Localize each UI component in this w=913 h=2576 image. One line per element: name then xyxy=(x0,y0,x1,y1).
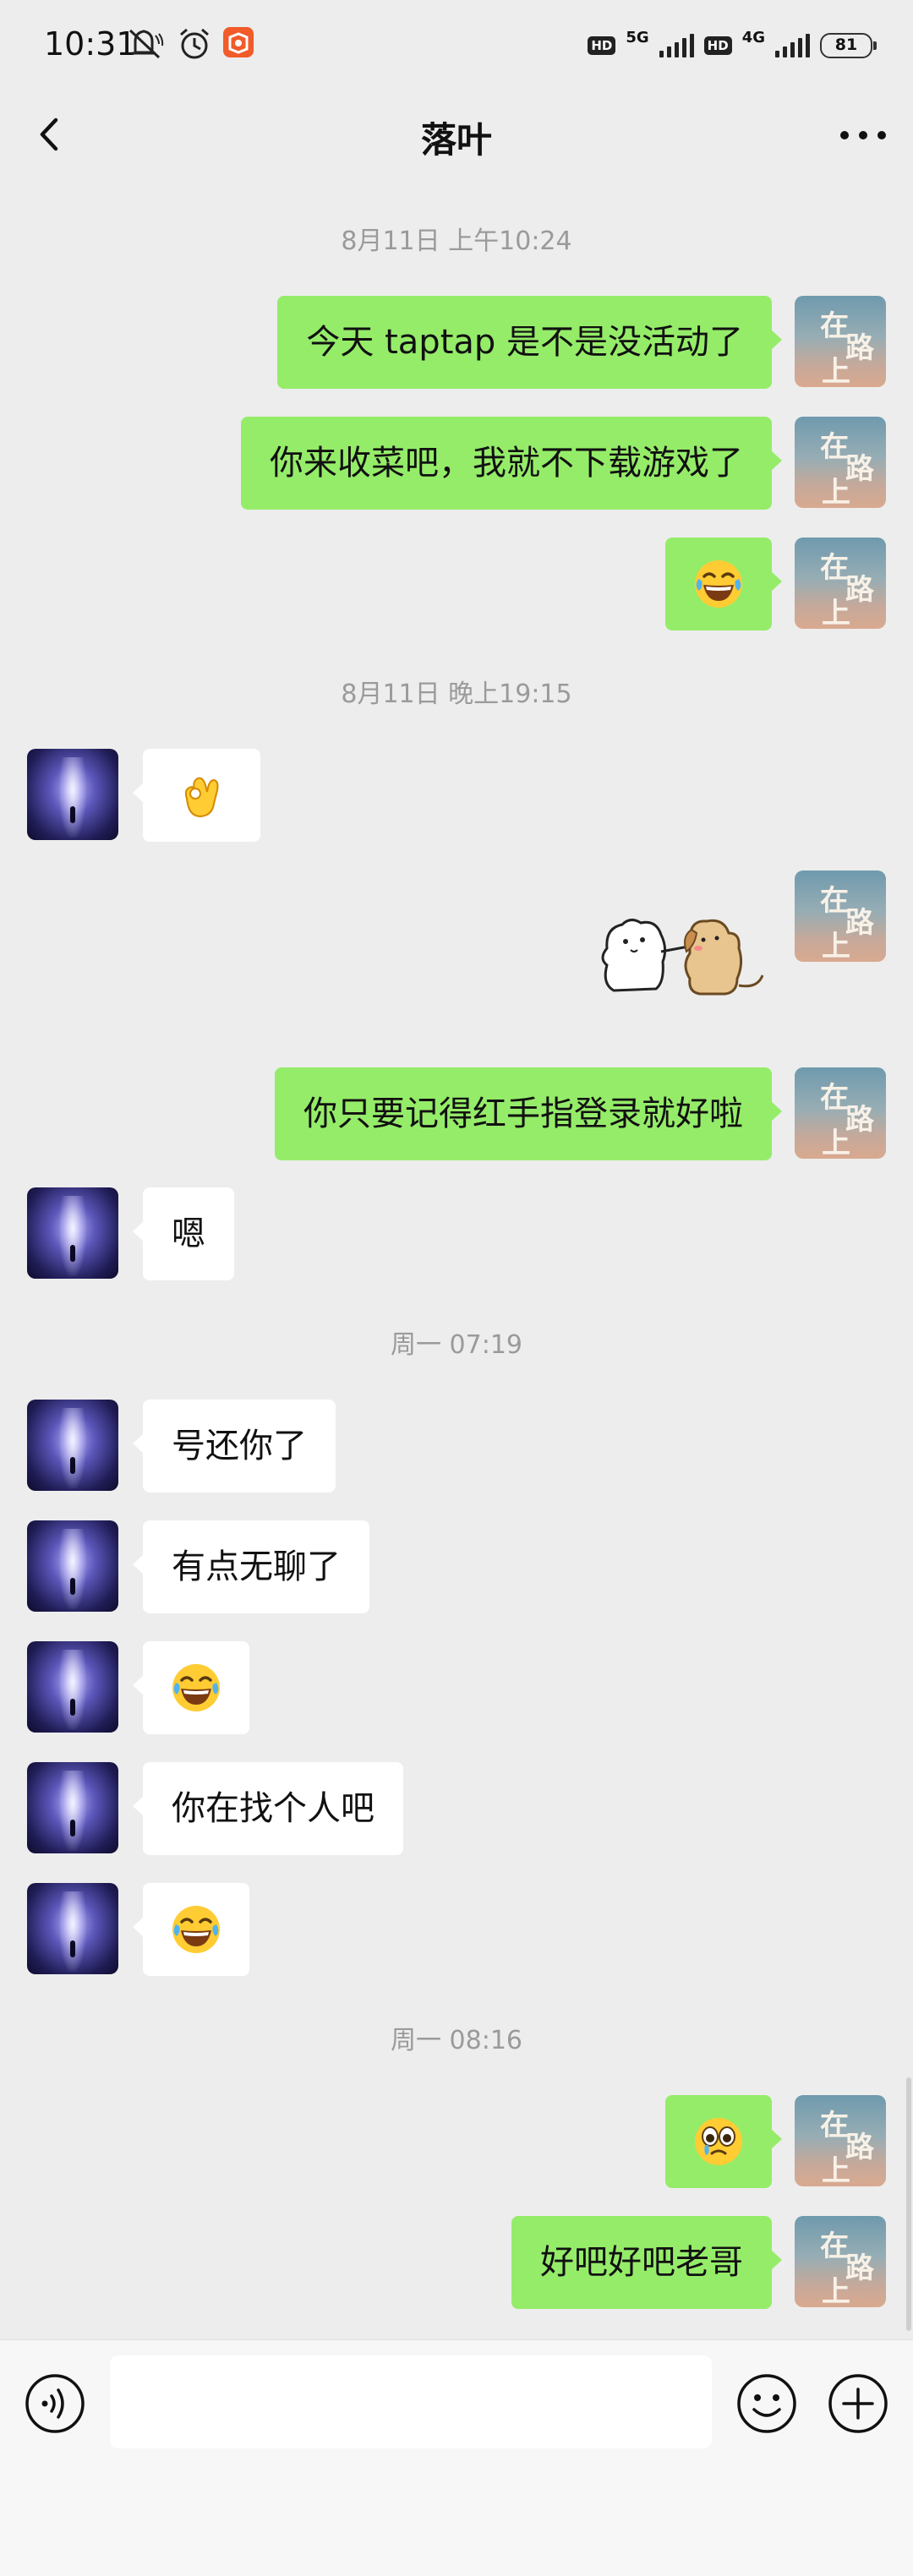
avatar-contact[interactable] xyxy=(27,1400,118,1491)
input-bar xyxy=(0,2339,913,2576)
status-indicators: HD 5G HD 4G 81 xyxy=(588,28,877,63)
emoji-icon[interactable] xyxy=(735,2372,798,2435)
avatar-contact[interactable] xyxy=(27,1883,118,1974)
message-bubble-self[interactable]: 今天 taptap 是不是没活动了 xyxy=(277,296,782,389)
chat-screen: 10:31 HD 5G HD 4G 81 落叶 8月11日 上午10:24 今天… xyxy=(0,0,913,2576)
battery-icon: 81 xyxy=(820,33,877,58)
dogs-sticker[interactable] xyxy=(597,911,771,1006)
message-bubble-other[interactable] xyxy=(133,749,260,842)
avatar-contact[interactable] xyxy=(27,1520,118,1612)
teary-eyed-emoji xyxy=(695,2118,742,2165)
signal-icon xyxy=(775,34,810,57)
avatar-self[interactable]: 在路上 xyxy=(795,2216,886,2307)
message-bubble-other[interactable] xyxy=(133,1641,249,1734)
avatar-calligraphy: 在路上 xyxy=(820,2109,874,2186)
message-bubble-self[interactable]: 你来收菜吧，我就不下载游戏了 xyxy=(241,417,782,510)
app-notification-icon xyxy=(223,27,254,57)
avatar-contact[interactable] xyxy=(27,1762,118,1853)
avatar-self[interactable]: 在路上 xyxy=(795,870,886,962)
message-bubble-other[interactable] xyxy=(133,1883,249,1976)
avatar-calligraphy: 在路上 xyxy=(820,551,874,629)
avatar-contact[interactable] xyxy=(27,749,118,840)
message-input[interactable] xyxy=(110,2355,712,2448)
signal-icon xyxy=(659,34,694,57)
avatar-self[interactable]: 在路上 xyxy=(795,2095,886,2186)
chat-title: 落叶 xyxy=(420,119,492,161)
avatar-calligraphy: 在路上 xyxy=(820,309,874,387)
message-timestamp: 周一 07:19 xyxy=(391,1330,522,1360)
avatar-self[interactable]: 在路上 xyxy=(795,538,886,629)
network-type: 4G xyxy=(741,28,765,46)
voice-icon[interactable] xyxy=(24,2372,86,2435)
laughing-tears-emoji xyxy=(171,1662,221,1713)
title-bar: 落叶 xyxy=(0,90,913,179)
avatar-calligraphy: 在路上 xyxy=(820,2229,874,2307)
avatar-contact[interactable] xyxy=(27,1641,118,1733)
message-bubble-other[interactable]: 你在找个人吧 xyxy=(133,1762,403,1855)
message-bubble-self[interactable]: 好吧好吧老哥 xyxy=(511,2216,782,2309)
ok-hand-emoji xyxy=(184,777,219,818)
message-timestamp: 8月11日 晚上19:15 xyxy=(341,679,572,709)
network-type: 5G xyxy=(626,28,649,46)
avatar-self[interactable]: 在路上 xyxy=(795,296,886,387)
message-bubble-other[interactable]: 嗯 xyxy=(133,1187,234,1280)
message-timestamp: 周一 08:16 xyxy=(391,2026,522,2055)
message-timestamp: 8月11日 上午10:24 xyxy=(341,226,572,256)
mute-icon xyxy=(128,29,164,59)
avatar-calligraphy: 在路上 xyxy=(820,1081,874,1159)
message-bubble-other[interactable]: 有点无聊了 xyxy=(133,1520,369,1613)
status-bar: 10:31 HD 5G HD 4G 81 xyxy=(0,0,913,90)
message-bubble-other[interactable]: 号还你了 xyxy=(133,1400,336,1493)
avatar-contact[interactable] xyxy=(27,1187,118,1279)
avatar-calligraphy: 在路上 xyxy=(820,884,874,962)
scrollbar-thumb[interactable] xyxy=(906,2077,911,2331)
message-bubble-self[interactable] xyxy=(665,2095,782,2188)
laughing-tears-emoji xyxy=(171,1904,221,1955)
more-options-button[interactable] xyxy=(832,113,894,157)
avatar-self[interactable]: 在路上 xyxy=(795,1067,886,1159)
status-time: 10:31 xyxy=(44,25,137,63)
message-bubble-self[interactable]: 你只要记得红手指登录就好啦 xyxy=(275,1067,782,1160)
avatar-self[interactable]: 在路上 xyxy=(795,417,886,508)
hd-badge: HD xyxy=(703,36,732,55)
laughing-tears-emoji xyxy=(693,559,744,609)
message-bubble-self[interactable] xyxy=(665,538,782,630)
alarm-icon xyxy=(180,28,209,59)
hd-badge: HD xyxy=(588,36,616,55)
avatar-calligraphy: 在路上 xyxy=(820,430,874,508)
plus-icon[interactable] xyxy=(827,2372,889,2435)
